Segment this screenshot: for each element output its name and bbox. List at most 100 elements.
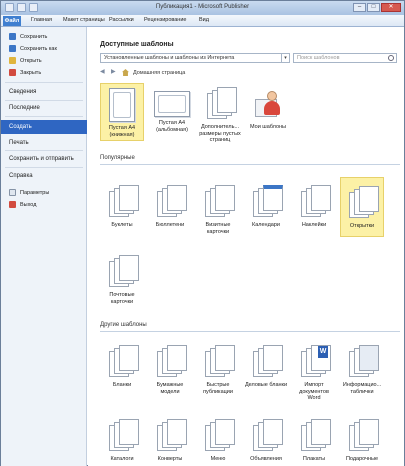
other-templates-heading: Другие шаблоны (100, 322, 400, 332)
tab-home[interactable]: Главная (31, 17, 52, 23)
template-category-newsletters[interactable]: Бюллетени (148, 185, 192, 237)
template-tile-label: Буклеты (111, 222, 133, 228)
template-tile-label: Визитные карточки (205, 222, 231, 235)
nav-recent[interactable]: Последние (9, 105, 40, 111)
word-icon: W (318, 346, 328, 358)
business-forms-icon (251, 345, 283, 379)
available-templates-heading: Доступные шаблоны (100, 41, 174, 48)
template-category-business-cards[interactable]: Визитные карточки (196, 185, 240, 237)
backstage-sidebar: Сохранить Сохранить как Открыть Закрыть … (1, 27, 87, 466)
open-label: Открыть (20, 57, 42, 64)
close-document-icon (9, 69, 16, 76)
blank-portrait-icon (109, 88, 135, 122)
labels-icon (299, 185, 331, 219)
import-word-icon: W (299, 345, 331, 379)
search-icon[interactable] (388, 55, 394, 61)
chevron-down-icon[interactable]: ▾ (281, 54, 289, 62)
template-tile-label: Пустая А4 (альбомная) (156, 120, 188, 133)
sidebar-divider (5, 82, 83, 83)
template-tile-label: Календари (252, 222, 280, 228)
exit-command[interactable]: Выход (9, 201, 36, 208)
nav-create[interactable]: Создать (1, 120, 87, 134)
newsletters-icon (155, 185, 187, 219)
template-search-input[interactable]: Поиск шаблонов (293, 53, 397, 63)
maximize-button[interactable]: □ (367, 3, 380, 12)
template-category-greeting-cards[interactable]: Открытки (340, 177, 384, 237)
forms-icon (107, 345, 139, 379)
forward-arrow-icon[interactable]: ▶ (111, 69, 118, 76)
home-icon[interactable] (122, 69, 129, 76)
business-cards-icon (203, 185, 235, 219)
breadcrumb-home[interactable]: Домашняя страница (133, 70, 185, 76)
booklets-icon (107, 185, 139, 219)
flyers-icon (251, 419, 283, 453)
tab-view[interactable]: Вид (199, 17, 209, 23)
close-button[interactable]: ✕ (381, 3, 401, 12)
envelopes-icon (155, 419, 187, 453)
exit-label: Выход (20, 201, 37, 208)
template-category-catalogs[interactable]: Каталоги (100, 419, 144, 463)
close-command[interactable]: Закрыть (9, 69, 41, 76)
save-icon (9, 33, 16, 40)
template-source-dropdown[interactable]: Установленные шаблоны и шаблоны из Интер… (100, 53, 290, 63)
template-tile-label: Импорт документов Word (299, 382, 329, 401)
template-category-envelopes[interactable]: Конверты (148, 419, 192, 463)
template-tile-label: Бланки (112, 382, 132, 388)
template-category-calendars[interactable]: Календари (244, 185, 288, 237)
template-category-gift-certificates[interactable]: Подарочные (340, 419, 384, 463)
template-category-postcards[interactable]: Почтовые карточки (100, 255, 144, 313)
calendars-icon (251, 185, 283, 219)
nav-help[interactable]: Справка (9, 173, 33, 179)
tab-mailings[interactable]: Рассылки (109, 17, 134, 23)
template-category-paper-models[interactable]: Бумажные модели (148, 345, 192, 403)
template-tile-blank-a4-portrait[interactable]: Пустая А4 (книжная) (100, 83, 144, 141)
save-as-label: Сохранить как (20, 45, 57, 52)
menus-icon (203, 419, 235, 453)
popular-section-heading: Популярные (100, 155, 400, 165)
template-category-signs[interactable]: Информацио... таблички (340, 345, 384, 403)
open-command[interactable]: Открыть (9, 57, 42, 64)
template-category-quick-publications[interactable]: Быстрые публикации (196, 345, 240, 403)
templates-panel: Доступные шаблоны Установленные шаблоны … (88, 27, 404, 466)
close-label: Закрыть (20, 69, 42, 76)
options-command[interactable]: Параметры (9, 189, 49, 196)
template-category-booklets[interactable]: Буклеты (100, 185, 144, 237)
save-as-command[interactable]: Сохранить как (9, 45, 57, 52)
quick-publications-icon (203, 345, 235, 379)
save-command[interactable]: Сохранить (9, 33, 47, 40)
page-sizes-icon (205, 87, 237, 121)
template-tile-blank-a4-landscape[interactable]: Пустая А4 (альбомная) (150, 83, 194, 141)
template-source-value: Установленные шаблоны и шаблоны из Интер… (104, 55, 235, 61)
template-category-business-forms[interactable]: Деловые бланки (244, 345, 288, 403)
signs-icon (347, 345, 379, 379)
template-tile-my-templates[interactable]: Мои шаблоны (246, 83, 290, 141)
template-tile-label: Деловые бланки (244, 382, 288, 388)
template-tile-more-blank-sizes[interactable]: Дополнитель... размеры пустых страниц (198, 83, 242, 143)
template-category-import-word[interactable]: W Импорт документов Word (292, 345, 336, 403)
nav-info[interactable]: Сведения (9, 89, 36, 95)
tab-page-layout[interactable]: Макет страницы (63, 17, 105, 23)
template-tile-label: Пустая А4 (книжная) (108, 125, 136, 138)
nav-print[interactable]: Печать (9, 140, 29, 146)
sidebar-divider (5, 116, 83, 117)
minimize-button[interactable]: – (353, 3, 366, 12)
template-category-forms[interactable]: Бланки (100, 345, 144, 403)
template-tile-label: Меню (210, 456, 226, 462)
template-tile-label: Почтовые карточки (109, 292, 135, 305)
template-category-menus[interactable]: Меню (196, 419, 240, 463)
back-arrow-icon[interactable]: ◀ (100, 69, 107, 76)
options-icon (9, 189, 16, 196)
window-title: Публикация1 - Microsoft Publisher (155, 4, 250, 10)
template-category-labels[interactable]: Наклейки (292, 185, 336, 237)
template-category-posters[interactable]: Плакаты (292, 419, 336, 463)
template-tile-label: Подарочные (345, 456, 379, 462)
template-category-flyers[interactable]: Объявления (244, 419, 288, 463)
template-tile-label: Открытки (349, 223, 375, 229)
sidebar-divider (5, 150, 83, 151)
greeting-cards-icon (347, 186, 379, 220)
exit-icon (9, 201, 16, 208)
open-folder-icon (9, 57, 16, 64)
nav-save-send[interactable]: Сохранить и отправить (9, 156, 74, 162)
tab-file[interactable]: Файл (3, 16, 21, 26)
tab-review[interactable]: Рецензирование (144, 17, 186, 23)
